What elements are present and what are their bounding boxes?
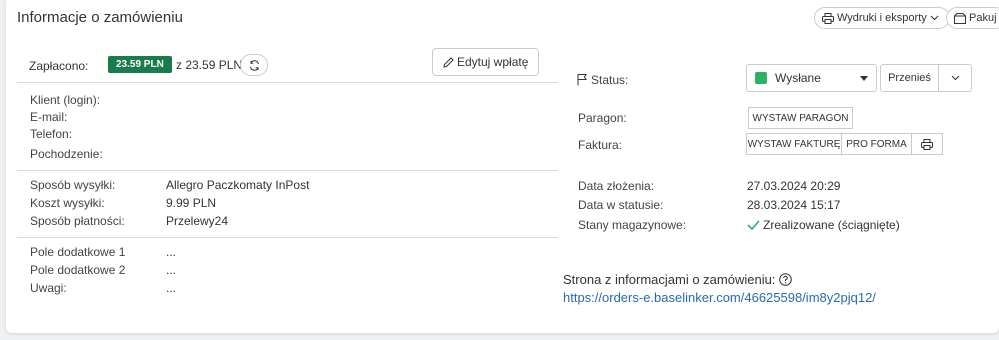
- divider: [17, 170, 558, 171]
- issue-receipt-button[interactable]: WYSTAW PARAGON: [748, 107, 853, 129]
- created-date-value: 27.03.2024 20:29: [747, 179, 841, 193]
- divider: [17, 82, 558, 83]
- paid-label: Zapłacono:: [29, 59, 89, 73]
- pack-label: Pakuj: [969, 12, 997, 24]
- pencil-icon: [443, 56, 454, 68]
- order-page-title: Strona z informacjami o zamówieniu:: [563, 272, 776, 287]
- extra-field-2-label: Pole dodatkowe 2: [30, 263, 126, 277]
- pack-button[interactable]: Pakuj: [946, 7, 999, 29]
- created-date-label: Data złożenia:: [578, 179, 655, 193]
- flag-icon: [577, 74, 587, 86]
- customer-email-label: E-mail:: [30, 110, 68, 124]
- prints-exports-label: Wydruki i eksporty: [837, 12, 927, 24]
- status-date-value: 28.03.2024 15:17: [747, 198, 841, 212]
- status-color-dot: [755, 72, 767, 84]
- move-dropdown-button[interactable]: [938, 64, 972, 92]
- shipping-method-value: Allegro Paczkomaty InPost: [166, 178, 310, 192]
- notes-value: ...: [166, 281, 177, 295]
- status-value: Wysłane: [775, 71, 821, 85]
- printer-icon: [822, 12, 834, 24]
- shipping-cost-value: 9.99 PLN: [166, 196, 217, 210]
- notes-label: Uwagi:: [30, 281, 67, 295]
- shipping-method-label: Sposób wysyłki:: [30, 178, 116, 192]
- payment-row: Zapłacono: 23.59 PLN z 23.59 PLN Edytuj …: [17, 48, 558, 80]
- shipping-cost-label: Koszt wysyłki:: [30, 196, 105, 210]
- move-button[interactable]: Przenieś: [880, 64, 939, 92]
- customer-login-label: Klient (login):: [30, 93, 101, 107]
- receipt-label: Paragon:: [578, 111, 627, 125]
- divider: [17, 237, 558, 238]
- status-label-group: Status:: [577, 73, 628, 87]
- edit-payment-button[interactable]: Edytuj wpłatę: [432, 48, 540, 76]
- print-invoice-button[interactable]: [912, 133, 943, 155]
- stock-label: Stany magazynowe:: [578, 218, 687, 232]
- proforma-button[interactable]: PRO FORMA: [842, 133, 912, 155]
- status-label: Status:: [591, 73, 629, 87]
- chevron-down-icon: [951, 75, 959, 81]
- payment-method-value: Przelewy24: [166, 214, 229, 228]
- printer-icon: [921, 138, 933, 150]
- status-date-label: Data w statusie:: [578, 198, 664, 212]
- extra-field-1-label: Pole dodatkowe 1: [30, 245, 126, 259]
- status-select[interactable]: Wysłane: [746, 64, 877, 92]
- chevron-down-icon: [930, 15, 939, 21]
- edit-payment-label: Edytuj wpłatę: [457, 55, 529, 69]
- caret-down-icon: [860, 76, 868, 81]
- box-icon: [954, 12, 966, 24]
- payment-method-label: Sposób płatności:: [30, 214, 125, 228]
- stock-value: Zrealizowane (ściągnięte): [763, 218, 900, 232]
- issue-invoice-button[interactable]: WYSTAW FAKTURĘ: [746, 133, 842, 155]
- order-page-link[interactable]: https://orders-e.baselinker.com/46625598…: [563, 290, 876, 305]
- customer-phone-label: Telefon:: [30, 127, 73, 141]
- refresh-payment-button[interactable]: [240, 54, 268, 76]
- help-icon[interactable]: [779, 273, 793, 286]
- extra-field-1-value: ...: [166, 245, 177, 259]
- order-page-heading: Strona z informacjami o zamówieniu:: [563, 272, 793, 287]
- prints-exports-button[interactable]: Wydruki i eksporty: [814, 7, 950, 29]
- refresh-icon: [249, 59, 259, 71]
- extra-field-2-value: ...: [166, 263, 177, 277]
- paid-amount-badge: 23.59 PLN: [108, 56, 172, 73]
- total-amount: z 23.59 PLN: [176, 58, 243, 72]
- page-title: Informacje o zamówieniu: [17, 9, 183, 26]
- invoice-label: Faktura:: [578, 138, 623, 152]
- check-icon: [747, 220, 760, 230]
- customer-origin-label: Pochodzenie:: [30, 147, 103, 161]
